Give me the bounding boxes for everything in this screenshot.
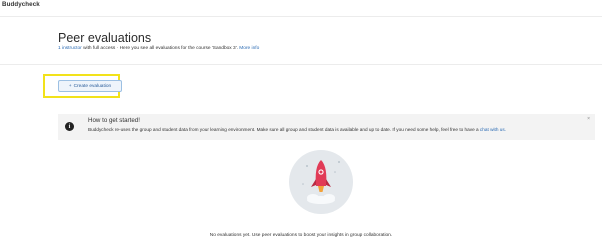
subtitle-text: with full access · Here you see all eval…: [81, 46, 240, 51]
page-title: Peer evaluations: [58, 31, 152, 45]
empty-state-message: No evaluations yet. Use peer evaluations…: [209, 233, 393, 238]
close-icon[interactable]: ×: [587, 116, 590, 122]
divider: [0, 64, 602, 65]
plus-icon: +: [68, 83, 72, 89]
page-subtitle: 1 instructor with full access · Here you…: [58, 46, 259, 51]
notice-body: Buddycheck re-uses the group and student…: [88, 127, 506, 132]
more-info-link[interactable]: More info: [239, 46, 259, 51]
rocket-illustration: [289, 150, 353, 214]
instructor-link[interactable]: 1 instructor: [58, 46, 82, 51]
create-evaluation-label: Create evaluation: [73, 83, 112, 89]
create-evaluation-button[interactable]: + Create evaluation: [58, 80, 122, 92]
rocket-icon: [302, 160, 340, 204]
top-bar: Buddycheck: [0, 0, 602, 17]
notice-body-text: Buddycheck re-uses the group and student…: [88, 127, 480, 132]
chat-with-us-link[interactable]: chat with us.: [480, 127, 506, 132]
info-icon: i: [65, 122, 74, 131]
getting-started-notice: i How to get started! Buddycheck re-uses…: [58, 114, 595, 140]
notice-title: How to get started!: [88, 117, 140, 124]
brand-logo[interactable]: Buddycheck: [2, 1, 40, 8]
